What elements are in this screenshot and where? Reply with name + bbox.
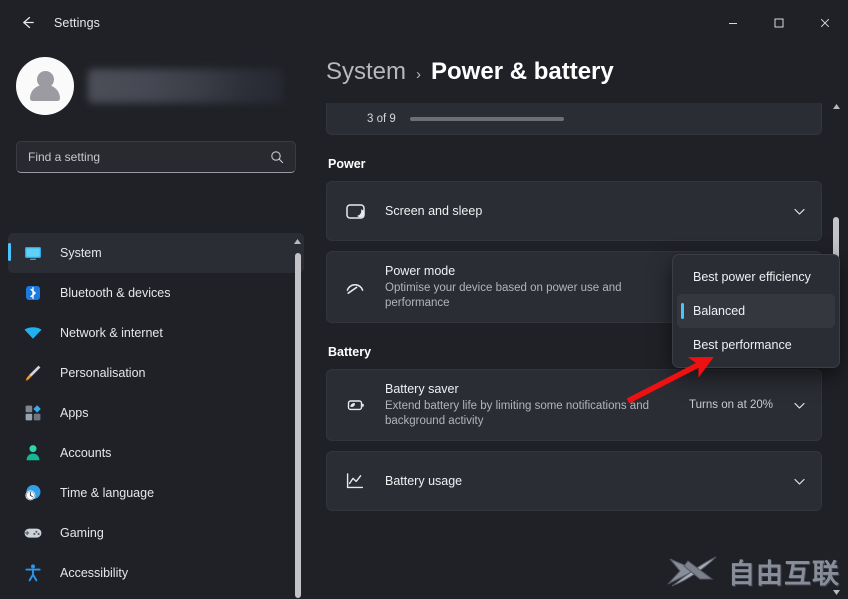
- card-title: Battery usage: [385, 474, 463, 488]
- minimize-button[interactable]: [710, 0, 756, 45]
- dropdown-option-best-power-efficiency[interactable]: Best power efficiency: [677, 260, 835, 294]
- dropdown-option-balanced[interactable]: Balanced: [677, 294, 835, 328]
- monitor-icon: [22, 242, 44, 264]
- dropdown-option-label: Balanced: [693, 304, 746, 318]
- avatar-body-shape: [30, 85, 60, 101]
- card-title: Battery saver: [385, 382, 459, 396]
- avatar[interactable]: [16, 57, 74, 115]
- card-text: Battery usage: [385, 473, 785, 489]
- sidebar-item-accounts[interactable]: Accounts: [8, 433, 304, 473]
- apps-icon: [22, 402, 44, 424]
- card-screen-and-sleep[interactable]: Screen and sleep: [326, 181, 822, 241]
- sidebar-item-gaming[interactable]: Gaming: [8, 513, 304, 553]
- sidebar-item-label: Personalisation: [60, 366, 146, 380]
- card-battery-saver[interactable]: Battery saver Extend battery life by lim…: [326, 369, 822, 441]
- paintbrush-icon: [22, 362, 44, 384]
- search-input[interactable]: [17, 150, 270, 164]
- sidebar-item-time-language[interactable]: Time & language: [8, 473, 304, 513]
- search-icon: [270, 150, 284, 164]
- clock-globe-icon: [22, 482, 44, 504]
- window-title: Settings: [54, 15, 100, 30]
- sidebar-item-label: Network & internet: [60, 326, 163, 340]
- bluetooth-icon: [22, 282, 44, 304]
- sidebar-item-personalisation[interactable]: Personalisation: [8, 353, 304, 393]
- back-button[interactable]: [10, 8, 44, 38]
- close-button[interactable]: [802, 0, 848, 45]
- sidebar-item-privacy-security[interactable]: Privacy & security: [8, 593, 304, 599]
- battery-saver-status: Turns on at 20%: [689, 399, 773, 411]
- dropdown-option-label: Best power efficiency: [693, 270, 811, 284]
- sidebar-item-label: Apps: [60, 406, 89, 420]
- scroll-up-arrow-icon[interactable]: [829, 99, 843, 113]
- title-bar: Settings: [0, 0, 848, 45]
- breadcrumb: System › Power & battery: [326, 58, 848, 86]
- section-heading-power: Power: [328, 157, 366, 171]
- progress-card[interactable]: 3 of 9: [326, 103, 822, 135]
- minimize-icon: [729, 22, 737, 24]
- sidebar-item-system[interactable]: System: [8, 233, 304, 273]
- power-mode-dropdown[interactable]: Best power efficiency Balanced Best perf…: [672, 254, 840, 368]
- maximize-button[interactable]: [756, 0, 802, 45]
- sidebar: System Bluetooth & devices: [0, 45, 312, 599]
- screen-sleep-icon: [343, 199, 367, 223]
- sidebar-scrollbar-thumb[interactable]: [295, 253, 301, 598]
- progress-label: 3 of 9: [367, 112, 396, 125]
- sidebar-item-label: Time & language: [60, 486, 155, 500]
- back-arrow-icon: [22, 16, 34, 29]
- sidebar-item-label: Accessibility: [60, 566, 129, 580]
- card-text: Screen and sleep: [385, 203, 785, 219]
- sidebar-nav-list: System Bluetooth & devices Network & int…: [8, 233, 304, 599]
- window-controls: [710, 0, 848, 45]
- sidebar-item-label: Accounts: [60, 446, 112, 460]
- wifi-icon: [22, 322, 44, 344]
- accessibility-icon: [22, 562, 44, 584]
- settings-window: Settings Find a setting System Bluetooth…: [0, 0, 848, 599]
- chevron-down-icon[interactable]: [785, 474, 813, 489]
- dropdown-option-label: Best performance: [693, 338, 792, 352]
- card-description: Extend battery life by limiting some not…: [385, 400, 649, 427]
- breadcrumb-separator-icon: ›: [416, 66, 422, 83]
- power-mode-gauge-icon: [343, 275, 367, 299]
- sidebar-item-label: Gaming: [60, 526, 104, 540]
- sidebar-scrollbar[interactable]: [291, 235, 304, 599]
- scroll-down-arrow-icon[interactable]: [829, 585, 843, 599]
- sidebar-item-network-internet[interactable]: Network & internet: [8, 313, 304, 353]
- maximize-icon: [774, 18, 784, 27]
- sidebar-item-accessibility[interactable]: Accessibility: [8, 553, 304, 593]
- dropdown-option-best-performance[interactable]: Best performance: [677, 328, 835, 362]
- progress-track: [409, 116, 564, 121]
- account-name-redacted: [88, 69, 283, 103]
- card-battery-usage[interactable]: Battery usage: [326, 451, 822, 511]
- battery-saver-icon: [343, 393, 367, 417]
- chevron-down-icon[interactable]: [785, 398, 813, 413]
- card-description: Optimise your device based on power use …: [385, 282, 622, 309]
- account-profile[interactable]: [16, 57, 312, 115]
- sidebar-item-label: Bluetooth & devices: [60, 286, 171, 300]
- sidebar-item-bluetooth-devices[interactable]: Bluetooth & devices: [8, 273, 304, 313]
- card-title: Screen and sleep: [385, 204, 483, 218]
- sidebar-item-label: System: [60, 246, 102, 260]
- battery-usage-chart-icon: [343, 469, 367, 493]
- chevron-down-icon[interactable]: [785, 204, 813, 219]
- breadcrumb-parent[interactable]: System: [326, 58, 406, 86]
- gamepad-icon: [22, 522, 44, 544]
- sidebar-item-apps[interactable]: Apps: [8, 393, 304, 433]
- card-text: Battery saver Extend battery life by lim…: [385, 381, 689, 429]
- close-icon: [820, 18, 830, 27]
- person-icon: [22, 442, 44, 464]
- search-box[interactable]: [16, 141, 296, 173]
- scroll-up-arrow-icon[interactable]: [291, 235, 304, 248]
- page-title: Power & battery: [431, 58, 614, 85]
- progress-row: 3 of 9: [327, 113, 564, 125]
